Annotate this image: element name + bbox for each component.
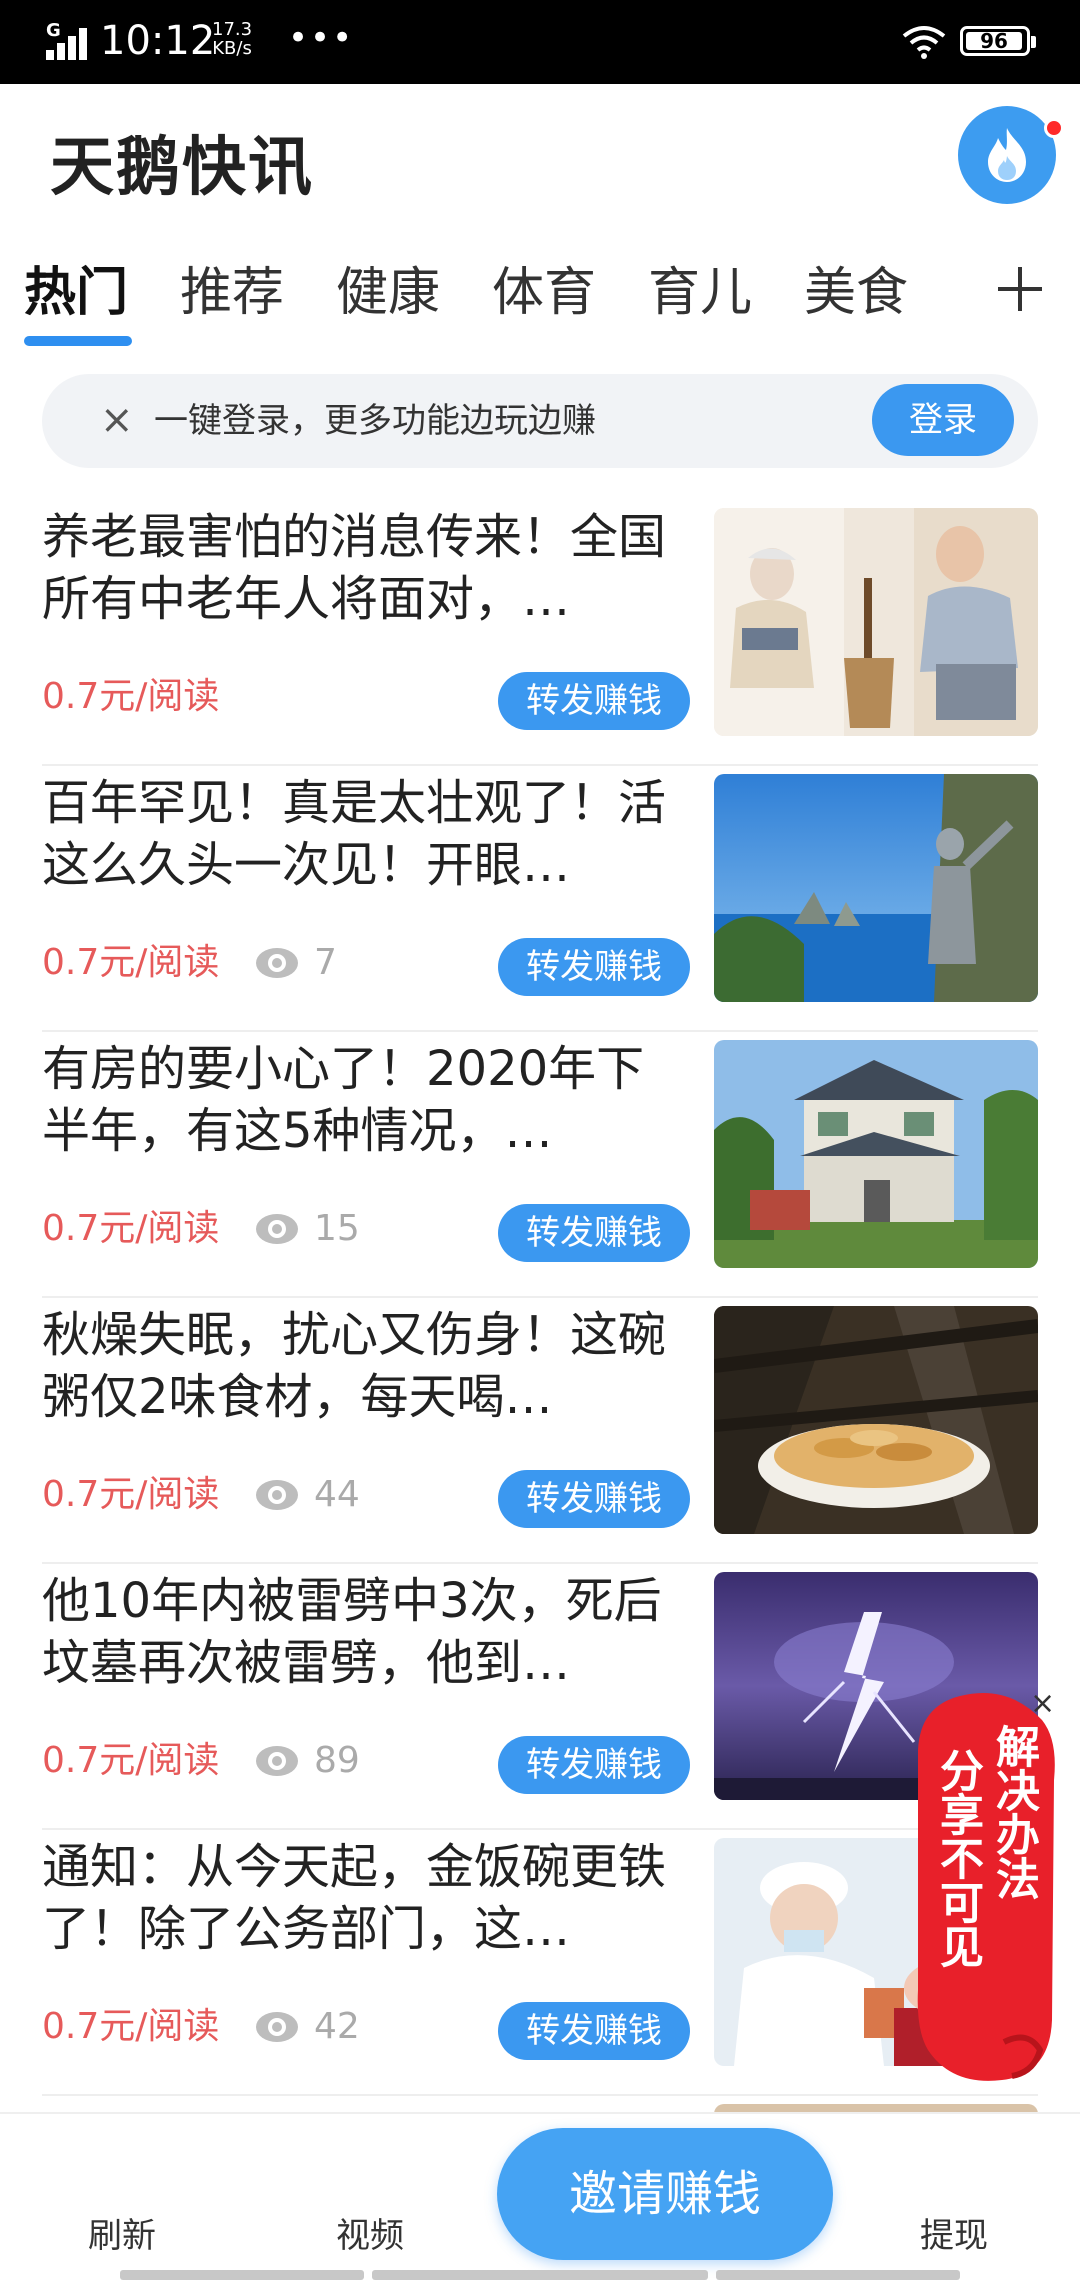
elderly-couple-image — [714, 508, 1038, 736]
view-count: 44 — [254, 1470, 360, 1520]
house-image — [714, 1040, 1038, 1268]
view-count: 7 — [254, 938, 337, 988]
news-title[interactable]: 养老最害怕的消息传来！全国所有中老年人将面对，… — [42, 506, 692, 630]
signal-icon: G — [44, 20, 92, 60]
tab-parenting[interactable]: 育儿 — [648, 250, 752, 325]
news-title[interactable]: 百年罕见！真是太壮观了！活这么久头一次见！开眼… — [42, 772, 692, 896]
tab-health[interactable]: 健康 — [336, 250, 440, 325]
login-button[interactable]: 登录 — [872, 384, 1014, 456]
eye-icon — [256, 1746, 298, 1776]
list-item[interactable]: 秋燥失眠，扰心又伤身！这碗粥仅2味食材，每天喝… 0.7元/阅读 44 转发赚钱 — [42, 1298, 1038, 1564]
share-earn-button[interactable]: 转发赚钱 — [498, 1470, 690, 1528]
eye-icon — [256, 1214, 298, 1244]
category-tabs: 热门 推荐 健康 体育 育儿 美食 — [0, 250, 1080, 350]
tab-recommend[interactable]: 推荐 — [180, 250, 284, 325]
reward-rate: 0.7元/阅读 — [42, 676, 220, 717]
reward-rate: 0.7元/阅读 — [42, 1208, 220, 1249]
news-title[interactable]: 他10年内被雷劈中3次，死后坟墓再次被雷劈，他到… — [42, 1570, 692, 1694]
list-item[interactable]: 有房的要小心了！2020年下半年，有这5种情况，… 0.7元/阅读 15 转发赚… — [42, 1032, 1038, 1298]
login-prompt-text: 一键登录，更多功能边玩边赚 — [154, 401, 596, 441]
hot-fire-button[interactable] — [958, 106, 1064, 204]
promo-line-2: 分享不可见 — [932, 1748, 983, 1968]
news-thumbnail[interactable] — [714, 508, 1038, 736]
news-thumbnail[interactable] — [714, 1306, 1038, 1534]
battery-icon: 96 — [960, 26, 1036, 56]
view-count-value: 44 — [314, 1474, 360, 1515]
battery-level: 96 — [980, 29, 1008, 53]
news-thumbnail[interactable] — [714, 1040, 1038, 1268]
bowl-image — [714, 1306, 1038, 1534]
speed-value: 17.3 — [212, 19, 253, 40]
reward-rate: 0.7元/阅读 — [42, 2006, 220, 2047]
add-category-icon[interactable] — [992, 250, 1052, 320]
eye-icon — [256, 2012, 298, 2042]
tab-hot[interactable]: 热门 — [24, 250, 128, 325]
list-item[interactable]: 他10年内被雷劈中3次，死后坟墓再次被雷劈，他到… 0.7元/阅读 89 转发赚… — [42, 1564, 1038, 1830]
speed-unit: KB/s — [212, 38, 252, 59]
view-count: 15 — [254, 1204, 360, 1254]
view-count-value: 89 — [314, 1740, 360, 1781]
network-speed: 17.3 KB/s — [212, 20, 252, 58]
more-notifications-icon: ••• — [288, 18, 355, 58]
wifi-icon — [902, 26, 946, 59]
app-title: 天鹅快讯 — [50, 131, 314, 205]
view-count: 42 — [254, 2002, 360, 2052]
list-item[interactable]: 通知：从今天起，金饭碗更铁了！除了公务部门，这… 0.7元/阅读 42 转发赚钱 — [42, 1830, 1038, 2096]
view-count-value: 42 — [314, 2006, 360, 2047]
status-bar: G 10:12 17.3 KB/s ••• 96 — [0, 0, 1080, 84]
eye-icon — [256, 1480, 298, 1510]
news-title[interactable]: 有房的要小心了！2020年下半年，有这5种情况，… — [42, 1038, 692, 1162]
nav-video[interactable]: 视频 — [336, 2208, 404, 2257]
share-earn-button[interactable]: 转发赚钱 — [498, 1204, 690, 1262]
nav-refresh[interactable]: 刷新 — [88, 2208, 156, 2257]
news-thumbnail[interactable] — [714, 774, 1038, 1002]
flame-icon — [988, 128, 1026, 182]
status-time: 10:12 — [100, 18, 216, 64]
gesture-bar — [372, 2270, 708, 2280]
tab-sports[interactable]: 体育 — [492, 250, 596, 325]
tab-food[interactable]: 美食 — [804, 250, 908, 325]
list-item[interactable]: 养老最害怕的消息传来！全国所有中老年人将面对，… 0.7元/阅读 转发赚钱 — [42, 500, 1038, 766]
reward-rate: 0.7元/阅读 — [42, 942, 220, 983]
invite-earn-button[interactable]: 邀请赚钱 — [497, 2128, 833, 2260]
reward-rate: 0.7元/阅读 — [42, 1740, 220, 1781]
notification-dot — [1044, 118, 1064, 138]
login-banner: × 一键登录，更多功能边玩边赚 登录 — [42, 374, 1038, 468]
eye-icon — [256, 948, 298, 978]
solution-promo-badge[interactable]: 解决办法 分享不可见 — [912, 1690, 1058, 2086]
divider — [42, 2094, 1038, 2096]
gesture-bar — [716, 2270, 960, 2280]
gesture-bar — [120, 2270, 364, 2280]
share-earn-button[interactable]: 转发赚钱 — [498, 938, 690, 996]
reward-rate: 0.7元/阅读 — [42, 1474, 220, 1515]
active-tab-indicator — [24, 336, 132, 346]
view-count: 89 — [254, 1736, 360, 1786]
news-title[interactable]: 秋燥失眠，扰心又伤身！这碗粥仅2味食材，每天喝… — [42, 1304, 692, 1428]
coast-statue-image — [714, 774, 1038, 1002]
share-earn-button[interactable]: 转发赚钱 — [498, 1736, 690, 1794]
network-type: G — [46, 20, 61, 41]
promo-line-1: 解决办法 — [988, 1724, 1039, 1900]
view-count-value: 7 — [314, 942, 337, 983]
news-title[interactable]: 通知：从今天起，金饭碗更铁了！除了公务部门，这… — [42, 1836, 692, 1960]
share-earn-button[interactable]: 转发赚钱 — [498, 2002, 690, 2060]
list-item[interactable]: 百年罕见！真是太壮观了！活这么久头一次见！开眼… 0.7元/阅读 7 转发赚钱 — [42, 766, 1038, 1032]
nav-withdraw[interactable]: 提现 — [920, 2208, 988, 2257]
close-icon[interactable]: × — [100, 396, 134, 444]
view-count-value: 15 — [314, 1208, 360, 1249]
share-earn-button[interactable]: 转发赚钱 — [498, 672, 690, 730]
